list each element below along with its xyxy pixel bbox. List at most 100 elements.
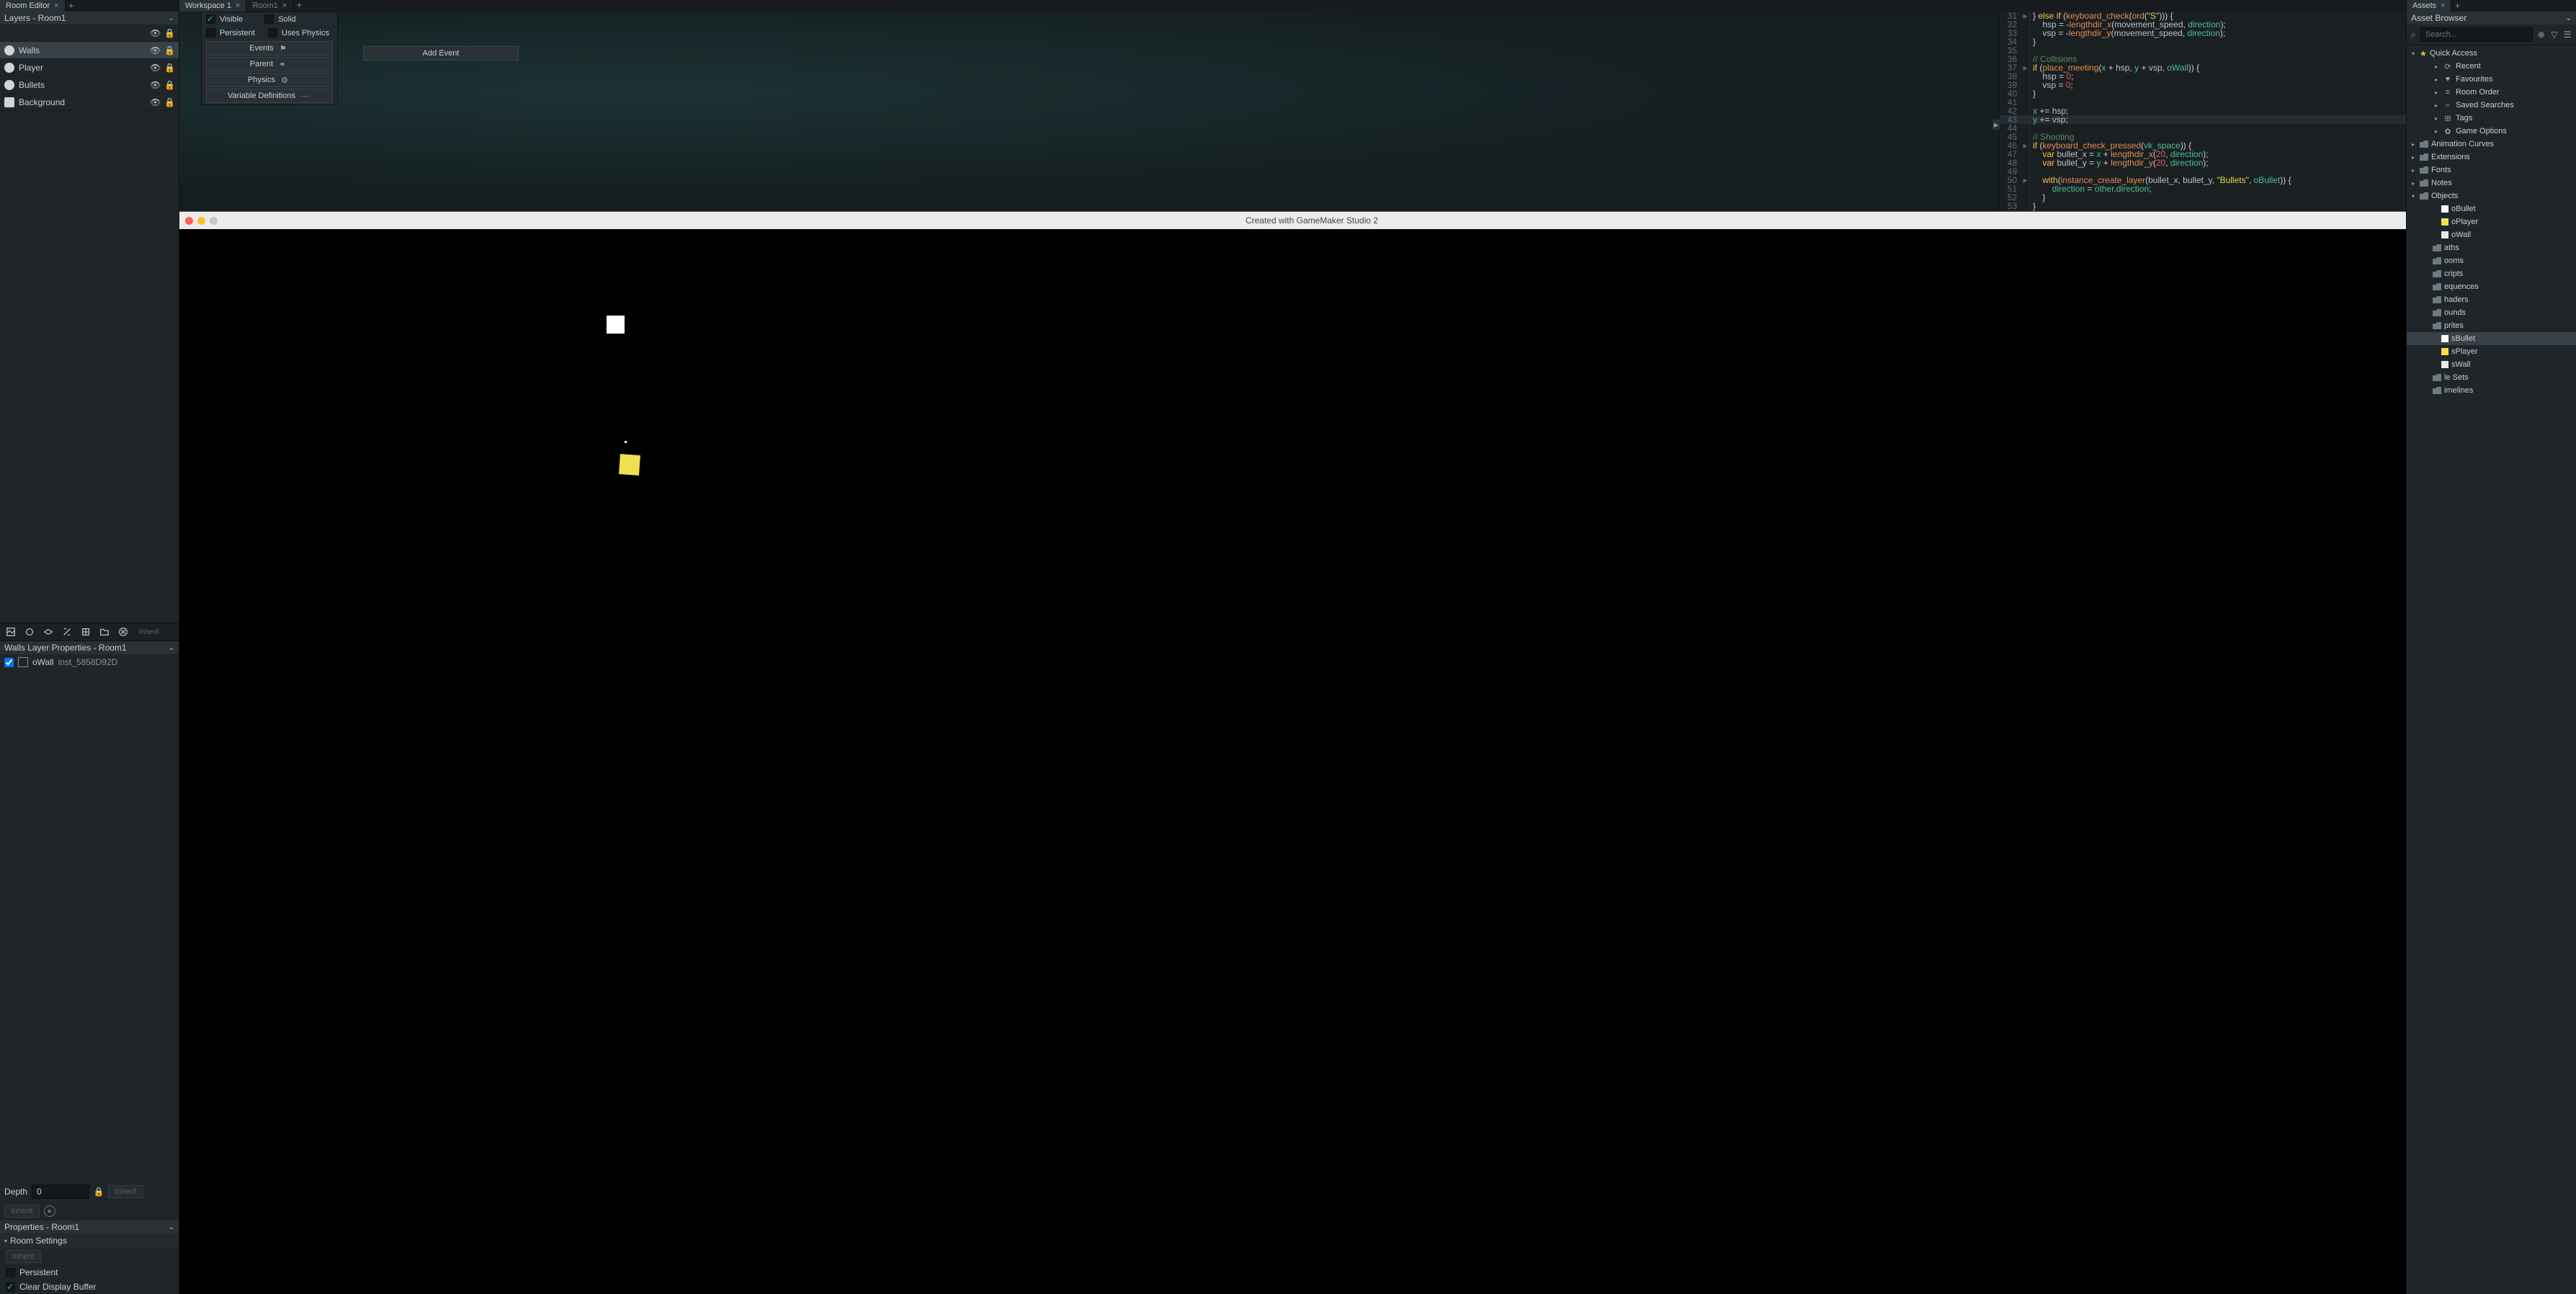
fold-icon[interactable] [2021,159,2030,167]
search-input[interactable] [2420,27,2533,42]
fold-icon[interactable] [2021,89,2030,98]
add-icon[interactable]: ⊕ [2537,30,2546,40]
object-item[interactable]: oPlayer [2407,215,2576,228]
folder-node[interactable]: le Sets [2407,371,2576,384]
qa-item[interactable]: ▸✿Game Options [2407,125,2576,138]
fold-icon[interactable] [2021,81,2030,89]
vardef-button[interactable]: Variable Definitions ⋯ [206,89,333,103]
lock-icon[interactable]: 🔒 [164,80,174,90]
fold-icon[interactable] [2021,29,2030,37]
tool-asset-icon[interactable] [78,624,94,640]
code-line[interactable]: 33 vsp = -lengthdir_y(movement_speed, di… [2000,29,2406,37]
folder-node[interactable]: ounds [2407,306,2576,319]
code-body[interactable]: 31▸} else if (keyboard_check(ord("S"))) … [2000,12,2406,210]
tab-add-button[interactable]: + [293,0,305,12]
code-line[interactable]: 48 var bullet_y = y + lengthdir_y(20, di… [2000,159,2406,167]
layer-bullets[interactable]: Bullets 👁 🔒 [0,76,179,94]
code-line[interactable]: 40} [2000,89,2406,98]
sprite-item[interactable]: sBullet [2407,332,2576,345]
quick-access-node[interactable]: ▾★Quick Access [2407,47,2576,60]
folder-node[interactable]: aths [2407,241,2576,254]
layer-player[interactable]: Player 👁 🔒 [0,59,179,76]
inherit-button[interactable]: Inherit [134,624,164,640]
zoom-window-icon[interactable] [210,217,218,225]
fold-icon[interactable] [2021,150,2030,159]
events-button[interactable]: Events ⚑ [206,41,333,55]
layer-walls[interactable]: Walls 👁 🔒 [0,42,179,59]
code-editor[interactable]: ▸ 31▸} else if (keyboard_check(ord("S"))… [1999,12,2406,213]
code-line[interactable]: 39 vsp = 0; [2000,81,2406,89]
lock-icon[interactable]: 🔒 [164,63,174,73]
asset-browser-header[interactable]: Asset Browser ⌄ [2407,12,2576,24]
workspace-canvas[interactable]: Visible Solid Persistent Uses Physics Ev… [179,12,1999,213]
checkbox[interactable] [6,1282,15,1292]
tool-bg-icon[interactable] [3,624,19,640]
eye-icon[interactable]: 👁 [150,97,160,107]
folder-node[interactable]: ooms [2407,254,2576,267]
visible-checkbox[interactable] [206,14,215,24]
fold-icon[interactable] [2021,115,2030,124]
checkbox[interactable] [6,1268,15,1277]
close-window-icon[interactable] [185,217,193,225]
add-event-button[interactable]: Add Event [363,46,519,61]
folder-node[interactable]: ▸Notes [2407,177,2576,189]
qa-item[interactable]: ▸≡Room Order [2407,86,2576,99]
object-item[interactable]: oWall [2407,228,2576,241]
folder-node[interactable]: imelines [2407,384,2576,397]
depth-input[interactable]: 0 [32,1184,89,1199]
qa-item[interactable]: ▸⊞Tags [2407,112,2576,125]
eye-icon[interactable]: 👁 [150,63,160,73]
lock-icon[interactable]: 🔒 [94,1187,104,1197]
tab-add-button[interactable]: + [2451,1,2463,11]
room-settings-header[interactable]: ▾ Room Settings [0,1233,179,1248]
tool-instance-icon[interactable] [22,624,37,640]
physics-button[interactable]: Physics ⚙ [206,73,333,87]
fold-icon[interactable] [2021,46,2030,55]
tab-add-button[interactable]: + [66,1,77,11]
code-line[interactable]: 51 direction = other.direction; [2000,184,2406,193]
room-props-header[interactable]: Properties - Room1 ⌄ [0,1221,179,1233]
tab-workspace[interactable]: Workspace 1 × [179,0,246,12]
fold-icon[interactable] [2021,202,2030,210]
code-line[interactable]: 52 } [2000,193,2406,202]
qa-item[interactable]: ▸♥Favourites [2407,73,2576,86]
filter-icon[interactable]: ▽ [2550,30,2559,40]
close-icon[interactable]: × [236,1,240,10]
folder-node[interactable]: ▸Fonts [2407,164,2576,177]
fold-icon[interactable]: ▸ [2021,176,2030,184]
persistent-row[interactable]: Persistent [0,1265,179,1280]
parent-button[interactable]: Parent ⚭ [206,57,333,71]
fold-icon[interactable] [2021,37,2030,46]
folder-node[interactable]: ▸Extensions [2407,151,2576,164]
close-icon[interactable]: × [2441,1,2445,10]
layer-row-empty[interactable]: 👁 🔒 [0,24,179,42]
tab-room-editor[interactable]: Room Editor × [0,0,66,12]
tool-folder-icon[interactable] [97,624,112,640]
qa-item[interactable]: ▸⌕Saved Searches [2407,99,2576,112]
object-item[interactable]: oBullet [2407,202,2576,215]
sprites-node[interactable]: prites [2407,319,2576,332]
fold-icon[interactable]: ▸ [2021,63,2030,72]
qa-item[interactable]: ▸⟳Recent [2407,60,2576,73]
inherit-button[interactable]: Inherit [4,1205,40,1218]
instance-row[interactable]: oWall inst_5858D92D [0,654,179,670]
folder-node[interactable]: cripts [2407,267,2576,280]
fold-icon[interactable] [2021,20,2030,29]
gutter-handle-icon[interactable]: ▸ [1993,120,2000,130]
clear-icon[interactable]: × [44,1205,55,1217]
sprite-item[interactable]: sWall [2407,358,2576,371]
fold-icon[interactable]: ▸ [2021,12,2030,20]
layer-background[interactable]: Background 👁 🔒 [0,94,179,111]
game-titlebar[interactable]: Created with GameMaker Studio 2 [179,212,2406,229]
objects-node[interactable]: ▾Objects [2407,189,2576,202]
eye-icon[interactable]: 👁 [150,80,160,90]
layers-header[interactable]: Layers - Room1 ⌄ [0,12,179,24]
lock-icon[interactable]: 🔒 [164,97,174,107]
tab-assets[interactable]: Assets × [2407,0,2451,12]
persistent-checkbox[interactable] [206,28,215,37]
fold-icon[interactable] [2021,193,2030,202]
tool-tile-icon[interactable] [40,624,56,640]
layer-props-header[interactable]: Walls Layer Properties - Room1 ⌄ [0,641,179,654]
tool-delete-icon[interactable] [115,624,131,640]
fold-icon[interactable] [2021,98,2030,107]
